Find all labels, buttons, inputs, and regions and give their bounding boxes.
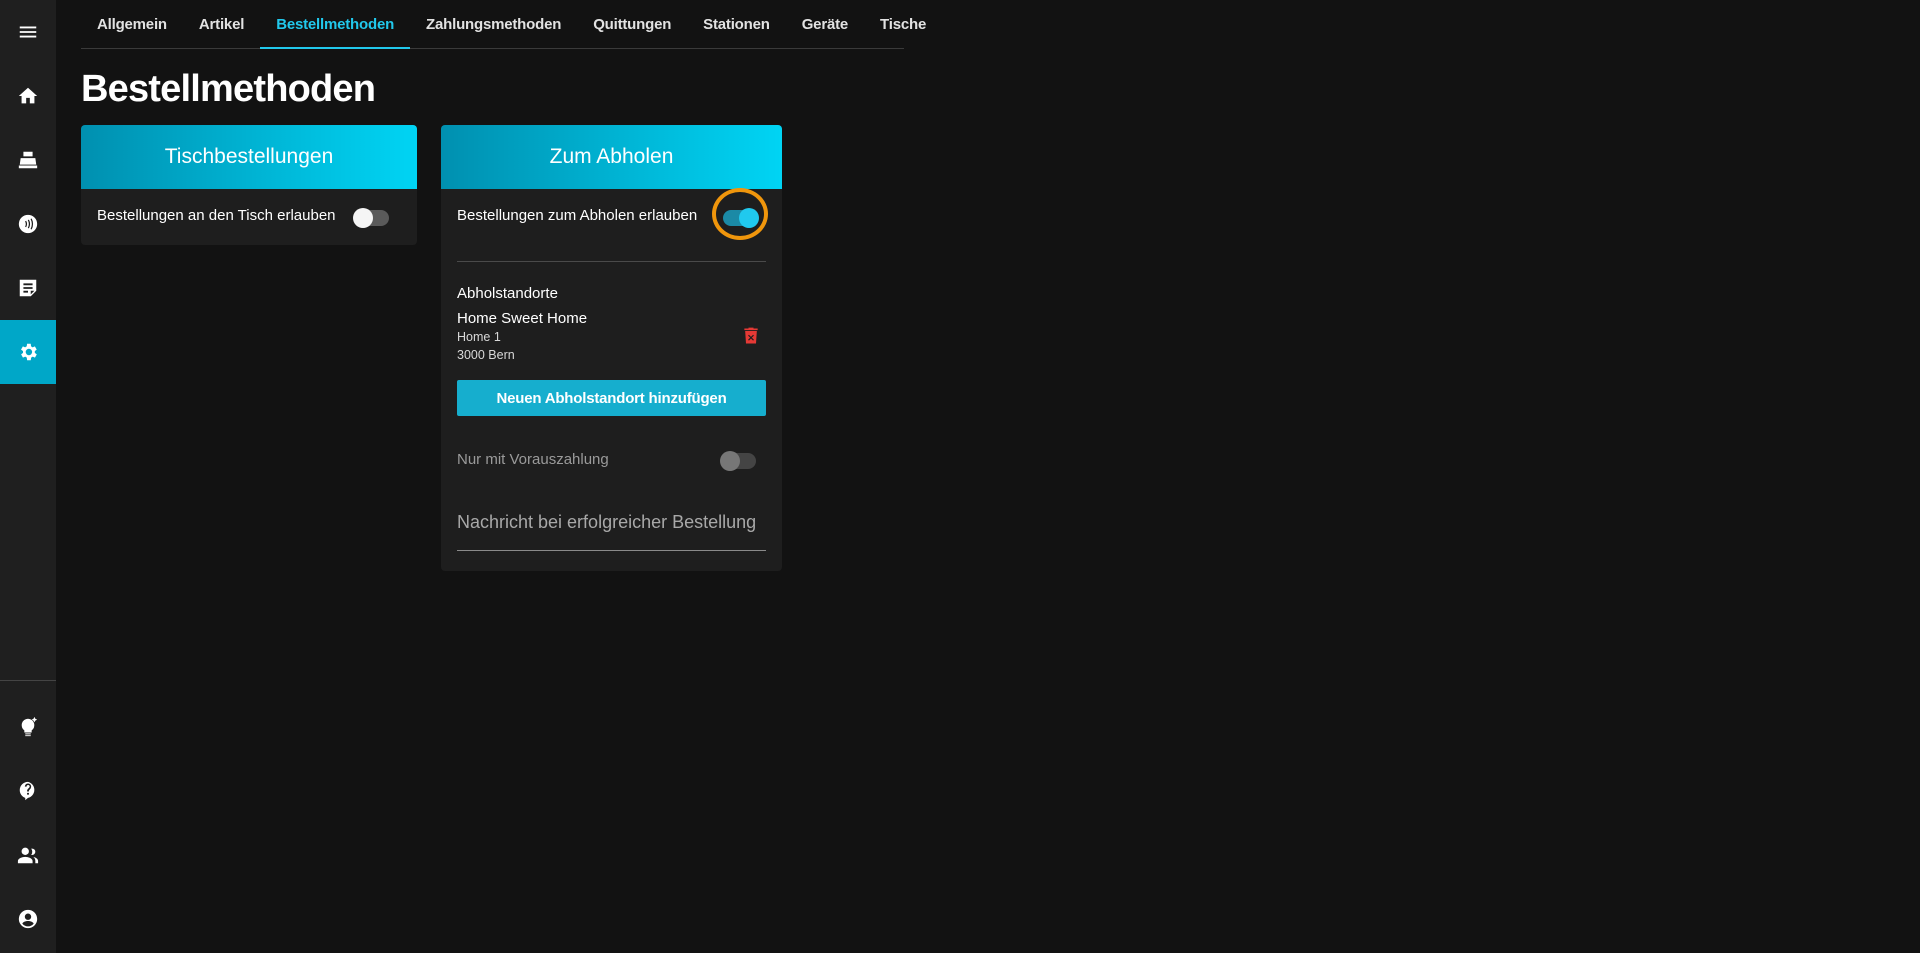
pickup-location-name: Home Sweet Home xyxy=(457,310,588,327)
tab-artikel[interactable]: Artikel xyxy=(183,0,260,48)
sidebar-item-account[interactable] xyxy=(0,887,56,951)
sidebar-item-ideas[interactable] xyxy=(0,695,56,759)
sidebar-item-contactless[interactable] xyxy=(0,192,56,256)
contactless-payment-icon xyxy=(18,214,38,234)
settings-tabs: Allgemein Artikel Bestellmethoden Zahlun… xyxy=(81,0,926,49)
help-icon xyxy=(19,781,35,801)
sidebar-item-help[interactable] xyxy=(0,759,56,823)
lightbulb-icon xyxy=(21,716,38,737)
orders-note-icon xyxy=(19,279,37,297)
pickup-location-city: 3000 Bern xyxy=(457,348,515,362)
pickup-location-street: Home 1 xyxy=(457,330,501,344)
sidebar-item-settings[interactable] xyxy=(0,320,56,384)
section-divider xyxy=(457,261,766,262)
menu-icon xyxy=(19,26,37,38)
page-title: Bestellmethoden xyxy=(81,68,376,110)
sidebar-item-home[interactable] xyxy=(0,64,56,128)
success-message-field[interactable]: Nachricht bei erfolgreicher Bestellung xyxy=(457,512,756,533)
delete-location-button[interactable] xyxy=(741,326,761,351)
table-orders-card: Tischbestellungen Bestellungen an den Ti… xyxy=(81,125,417,245)
settings-gear-icon xyxy=(21,343,37,361)
add-pickup-location-button[interactable]: Neuen Abholstandort hinzufügen xyxy=(457,380,766,416)
table-orders-card-title: Tischbestellungen xyxy=(81,125,417,189)
menu-button[interactable] xyxy=(0,0,56,64)
tab-tische[interactable]: Tische xyxy=(864,0,942,48)
tab-zahlungsmethoden[interactable]: Zahlungsmethoden xyxy=(410,0,577,48)
home-icon xyxy=(18,87,38,104)
sidebar-item-orders[interactable] xyxy=(0,256,56,320)
tab-allgemein[interactable]: Allgemein xyxy=(81,0,183,48)
allow-pickup-orders-label: Bestellungen zum Abholen erlauben xyxy=(457,207,698,224)
tab-geraete[interactable]: Geräte xyxy=(786,0,864,48)
tab-stationen[interactable]: Stationen xyxy=(687,0,786,48)
sidebar-item-users[interactable] xyxy=(0,823,56,887)
sidebar xyxy=(0,0,56,953)
pickup-locations-heading: Abholstandorte xyxy=(457,285,558,302)
toggle-knob xyxy=(720,451,740,471)
users-icon xyxy=(17,847,39,864)
sidebar-divider xyxy=(0,680,56,681)
tab-quittungen[interactable]: Quittungen xyxy=(577,0,687,48)
prepayment-only-toggle[interactable] xyxy=(720,451,756,471)
allow-table-orders-label: Bestellungen an den Tisch erlauben xyxy=(97,207,336,224)
account-icon xyxy=(18,909,38,929)
highlight-ring xyxy=(712,188,768,240)
tab-bestellmethoden[interactable]: Bestellmethoden xyxy=(260,0,410,49)
success-message-underline xyxy=(457,550,766,551)
prepayment-only-label: Nur mit Vorauszahlung xyxy=(457,451,609,468)
pickup-card: Zum Abholen Bestellungen zum Abholen erl… xyxy=(441,125,782,571)
sidebar-item-cash-register[interactable] xyxy=(0,128,56,192)
pickup-card-title: Zum Abholen xyxy=(441,125,782,189)
cash-register-icon xyxy=(18,151,38,169)
allow-table-orders-toggle[interactable] xyxy=(353,208,389,228)
toggle-knob xyxy=(353,208,373,228)
trash-delete-icon xyxy=(744,327,758,344)
